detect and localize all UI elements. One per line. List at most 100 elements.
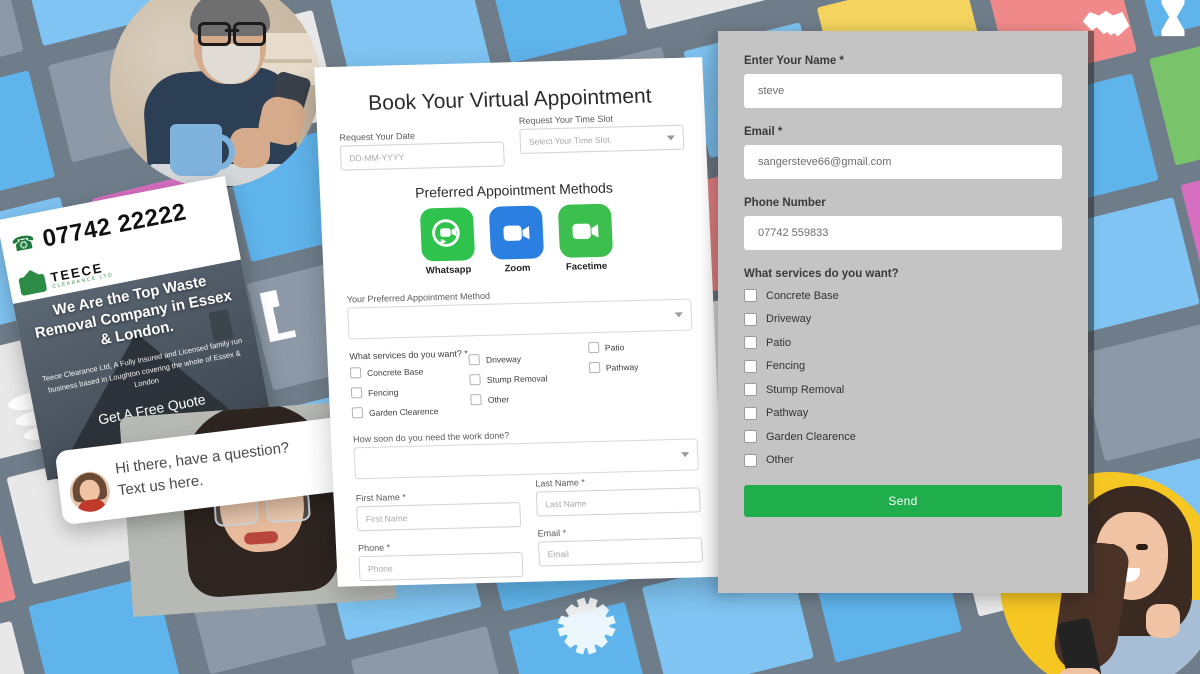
- method-whatsapp[interactable]: Whatsapp: [419, 207, 475, 276]
- mosaic-tile: [1149, 29, 1200, 166]
- side-checkbox-label: Garden Clearence: [766, 430, 856, 443]
- side-checkbox-row[interactable]: Patio: [744, 336, 1062, 349]
- first-name-input[interactable]: First Name: [356, 502, 522, 532]
- checkbox-icon[interactable]: [587, 341, 600, 354]
- mosaic-tile: [0, 492, 17, 636]
- checkbox-icon[interactable]: [351, 407, 364, 419]
- checkbox-icon[interactable]: [744, 406, 757, 420]
- field-time-slot: Request Your Time Slot Select Your Time …: [519, 112, 685, 166]
- side-checkbox-row[interactable]: Driveway: [744, 312, 1062, 326]
- side-email-label: Email *: [744, 126, 783, 138]
- checkbox-icon[interactable]: [470, 394, 483, 406]
- mosaic-tile: [0, 70, 56, 211]
- time-slot-label: Request Your Time Slot: [518, 113, 614, 126]
- checkbox-label: Patio: [604, 341, 625, 353]
- side-checkbox-label: Concrete Base: [766, 289, 839, 302]
- field-phone: Phone * Phone: [357, 539, 524, 582]
- checkbox-label: Concrete Base: [366, 366, 424, 378]
- checkbox-icon[interactable]: [468, 354, 481, 366]
- gear-icon: [548, 588, 624, 664]
- method-label: Facetime: [565, 260, 608, 273]
- field-how-soon: How soon do you need the work done?: [353, 425, 699, 480]
- mosaic-tile: [0, 620, 38, 674]
- checkbox-row[interactable]: Fencing: [350, 385, 457, 399]
- method-zoom[interactable]: Zoom: [488, 205, 544, 274]
- mosaic-tile: [0, 0, 24, 80]
- time-slot-select[interactable]: Select Your Time Slot.: [519, 124, 685, 154]
- checkbox-icon[interactable]: [588, 361, 601, 374]
- contact-side-panel: Enter Your Name * steve Email * sangerst…: [718, 31, 1094, 593]
- checkbox-row[interactable]: Patio: [587, 339, 694, 354]
- side-checkbox-label: Driveway: [766, 313, 812, 325]
- chevron-down-icon: [681, 452, 690, 458]
- phone-label: Phone *: [357, 542, 391, 554]
- last-name-label: Last Name *: [535, 477, 586, 489]
- hourglass-icon: [1150, 0, 1196, 40]
- checkbox-icon[interactable]: [350, 387, 363, 399]
- zoom-video-icon: [488, 205, 544, 260]
- checkbox-icon[interactable]: [744, 312, 757, 326]
- side-phone-input[interactable]: 07742 559833: [744, 216, 1062, 250]
- checkbox-label: Pathway: [605, 361, 639, 373]
- method-label: Zoom: [504, 262, 531, 275]
- mosaic-tile: [350, 626, 514, 674]
- side-checkbox-label: Fencing: [766, 360, 806, 372]
- checkbox-row[interactable]: Driveway: [468, 352, 575, 366]
- mosaic-tile: [486, 0, 628, 64]
- checkbox-label: Garden Clearence: [368, 405, 439, 418]
- side-checkbox-label: Patio: [766, 336, 792, 349]
- phone-input[interactable]: Phone: [358, 551, 524, 582]
- last-name-input[interactable]: Last Name: [535, 487, 701, 517]
- checkbox-icon[interactable]: [349, 367, 362, 379]
- field-preferred-method: Your Preferred Appointment Method: [347, 286, 693, 340]
- request-date-label: Request Your Date: [339, 130, 416, 143]
- methods-heading: Preferred Appointment Methods: [414, 179, 614, 201]
- email-input[interactable]: Email: [537, 537, 704, 567]
- side-services-list: Concrete Base Driveway Patio Fencing Stump R…: [744, 289, 1062, 467]
- page-title: Book Your Virtual Appointment: [367, 84, 653, 115]
- services-checkbox-grid: Concrete Base Fencing Garden Clearence D…: [349, 342, 696, 419]
- send-button[interactable]: Send: [744, 484, 1062, 517]
- side-checkbox-row[interactable]: Concrete Base: [744, 289, 1062, 302]
- checkbox-row[interactable]: Stump Removal: [469, 372, 576, 386]
- checkbox-icon[interactable]: [744, 359, 757, 373]
- side-phone-label: Phone Number: [744, 197, 826, 209]
- checkbox-row[interactable]: Garden Clearence: [351, 405, 458, 419]
- side-checkbox-row[interactable]: Stump Removal: [744, 383, 1062, 396]
- checkbox-icon[interactable]: [744, 453, 757, 467]
- side-checkbox-row[interactable]: Pathway: [744, 406, 1062, 420]
- checkbox-icon[interactable]: [744, 289, 757, 302]
- truck-house-icon: [18, 272, 48, 296]
- how-soon-select[interactable]: [353, 438, 699, 480]
- side-email-input[interactable]: sangersteve66@gmail.com: [744, 145, 1062, 179]
- checkbox-row[interactable]: Concrete Base: [349, 365, 456, 379]
- side-services-label: What services do you want?: [744, 268, 899, 280]
- field-request-date: Request Your Date DD-MM-YYYY: [339, 128, 505, 171]
- checkbox-icon[interactable]: [744, 336, 757, 349]
- checkbox-label: Fencing: [367, 386, 399, 398]
- side-checkbox-row[interactable]: Garden Clearence: [744, 430, 1062, 443]
- checkbox-icon[interactable]: [744, 430, 757, 443]
- time-slot-value: Select Your Time Slot.: [528, 134, 613, 147]
- checkbox-icon[interactable]: [744, 383, 757, 396]
- side-checkbox-row[interactable]: Fencing: [744, 359, 1062, 373]
- checkbox-icon[interactable]: [469, 374, 482, 386]
- side-checkbox-label: Other: [766, 454, 794, 466]
- side-checkbox-label: Stump Removal: [766, 383, 845, 396]
- mosaic-tile: [620, 0, 793, 30]
- method-facetime[interactable]: Facetime: [557, 203, 613, 273]
- appointment-methods: Whatsapp Zoom Facetime: [343, 202, 690, 279]
- email-label: Email *: [537, 527, 567, 539]
- side-name-input[interactable]: steve: [744, 74, 1062, 108]
- facetime-video-icon: [557, 203, 613, 258]
- field-last-name: Last Name * Last Name: [535, 474, 701, 526]
- checkbox-row[interactable]: Other: [470, 392, 577, 406]
- side-checkbox-row[interactable]: Other: [744, 453, 1062, 467]
- chevron-down-icon: [666, 134, 675, 141]
- checkbox-row[interactable]: Pathway: [588, 359, 695, 374]
- request-date-input[interactable]: DD-MM-YYYY: [339, 141, 505, 171]
- checkbox-label: Stump Removal: [486, 372, 548, 385]
- whatsapp-video-icon: [419, 207, 475, 262]
- preferred-method-select[interactable]: [347, 298, 693, 340]
- field-email: Email * Email: [537, 524, 704, 576]
